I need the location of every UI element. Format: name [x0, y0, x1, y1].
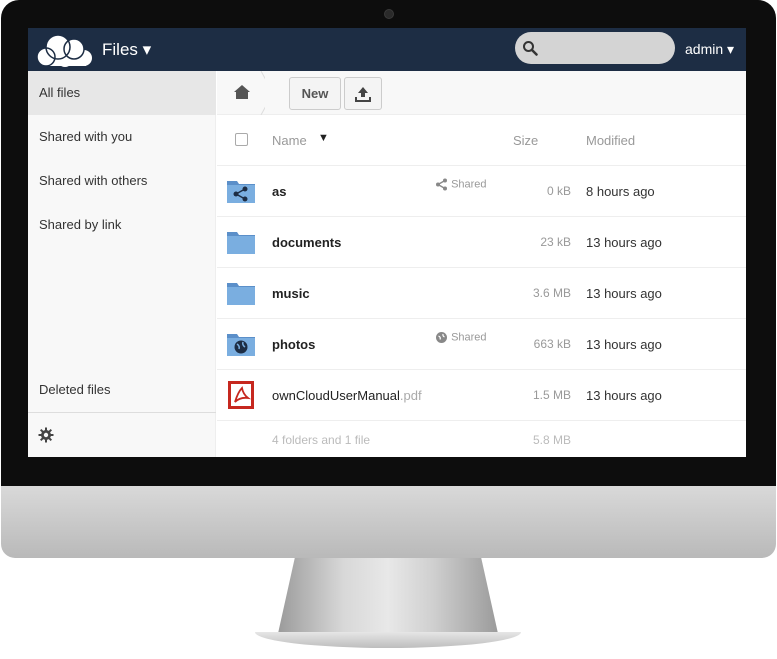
- summary-count: 4 folders and 1 file: [272, 433, 371, 447]
- file-name[interactable]: as: [272, 184, 286, 199]
- sidebar-item-shared-with-others[interactable]: Shared with others: [28, 159, 216, 203]
- upload-icon: [355, 87, 371, 102]
- upload-button[interactable]: [344, 77, 382, 110]
- shared-folder-icon: [227, 181, 255, 203]
- file-size: 3.6 MB: [532, 286, 571, 300]
- file-modified: 13 hours ago: [586, 286, 662, 301]
- file-modified: 8 hours ago: [586, 184, 655, 199]
- camera: [384, 9, 394, 19]
- sidebar-item-all-files[interactable]: All files: [28, 71, 216, 115]
- table-header: Name ▼ Size Modified: [217, 115, 746, 166]
- file-list-area: New Name ▼ Size Modified as Shared 0 kB …: [217, 70, 746, 457]
- sidebar-item-deleted-files[interactable]: Deleted files: [28, 368, 216, 412]
- file-name[interactable]: music: [272, 286, 310, 301]
- search-icon: [523, 41, 538, 56]
- summary-row: 4 folders and 1 file 5.8 MB: [217, 422, 746, 457]
- select-all-checkbox[interactable]: [235, 133, 248, 146]
- share-icon: [436, 178, 447, 191]
- table-row[interactable]: music 3.6 MB 13 hours ago: [217, 268, 746, 319]
- sidebar: All files Shared with you Shared with ot…: [28, 71, 216, 457]
- folder-icon: [227, 232, 255, 254]
- share-status[interactable]: Shared: [435, 331, 487, 344]
- sidebar-item-shared-by-link[interactable]: Shared by link: [28, 203, 216, 247]
- file-size: 23 kB: [540, 235, 571, 249]
- share-status[interactable]: Shared: [435, 178, 487, 191]
- top-bar: Files ▾ admin ▾: [28, 28, 746, 71]
- table-row[interactable]: ownCloudUserManual.pdf 1.5 MB 13 hours a…: [217, 370, 746, 421]
- column-name[interactable]: Name: [272, 133, 307, 148]
- table-row[interactable]: documents 23 kB 13 hours ago: [217, 217, 746, 268]
- file-name[interactable]: documents: [272, 235, 341, 250]
- monitor-base: [255, 632, 521, 648]
- settings-bar[interactable]: [28, 412, 216, 457]
- monitor-chin: [1, 486, 776, 558]
- globe-icon: [436, 332, 447, 343]
- breadcrumb-home[interactable]: [217, 70, 274, 116]
- file-modified: 13 hours ago: [586, 388, 662, 403]
- controls-bar: New: [217, 70, 746, 116]
- file-name[interactable]: ownCloudUserManual.pdf: [272, 388, 422, 403]
- screen: Files ▾ admin ▾ All files Shared with yo…: [28, 28, 746, 457]
- file-name[interactable]: photos: [272, 337, 315, 352]
- search-input[interactable]: [515, 32, 675, 64]
- column-size[interactable]: Size: [513, 133, 538, 148]
- sidebar-item-shared-with-you[interactable]: Shared with you: [28, 115, 216, 159]
- owncloud-logo-icon[interactable]: [32, 32, 96, 68]
- table-row[interactable]: as Shared 0 kB 8 hours ago: [217, 166, 746, 217]
- folder-icon: [227, 283, 255, 305]
- file-size: 0 kB: [546, 184, 571, 198]
- monitor-stand: [277, 558, 499, 638]
- file-size: 663 kB: [533, 337, 571, 351]
- table-row[interactable]: photos Shared 663 kB 13 hours ago: [217, 319, 746, 370]
- app-menu[interactable]: Files ▾: [102, 40, 151, 60]
- file-modified: 13 hours ago: [586, 235, 662, 250]
- public-folder-icon: [227, 334, 255, 356]
- column-modified[interactable]: Modified: [586, 133, 635, 148]
- home-icon: [234, 70, 274, 116]
- user-menu[interactable]: admin ▾: [685, 41, 734, 58]
- file-modified: 13 hours ago: [586, 337, 662, 352]
- sort-arrow-icon[interactable]: ▼: [318, 132, 329, 144]
- pdf-icon: [228, 381, 254, 409]
- file-size: 1.5 MB: [532, 388, 571, 402]
- summary-size: 5.8 MB: [532, 433, 571, 447]
- gear-icon[interactable]: [38, 427, 54, 443]
- new-button[interactable]: New: [289, 77, 341, 110]
